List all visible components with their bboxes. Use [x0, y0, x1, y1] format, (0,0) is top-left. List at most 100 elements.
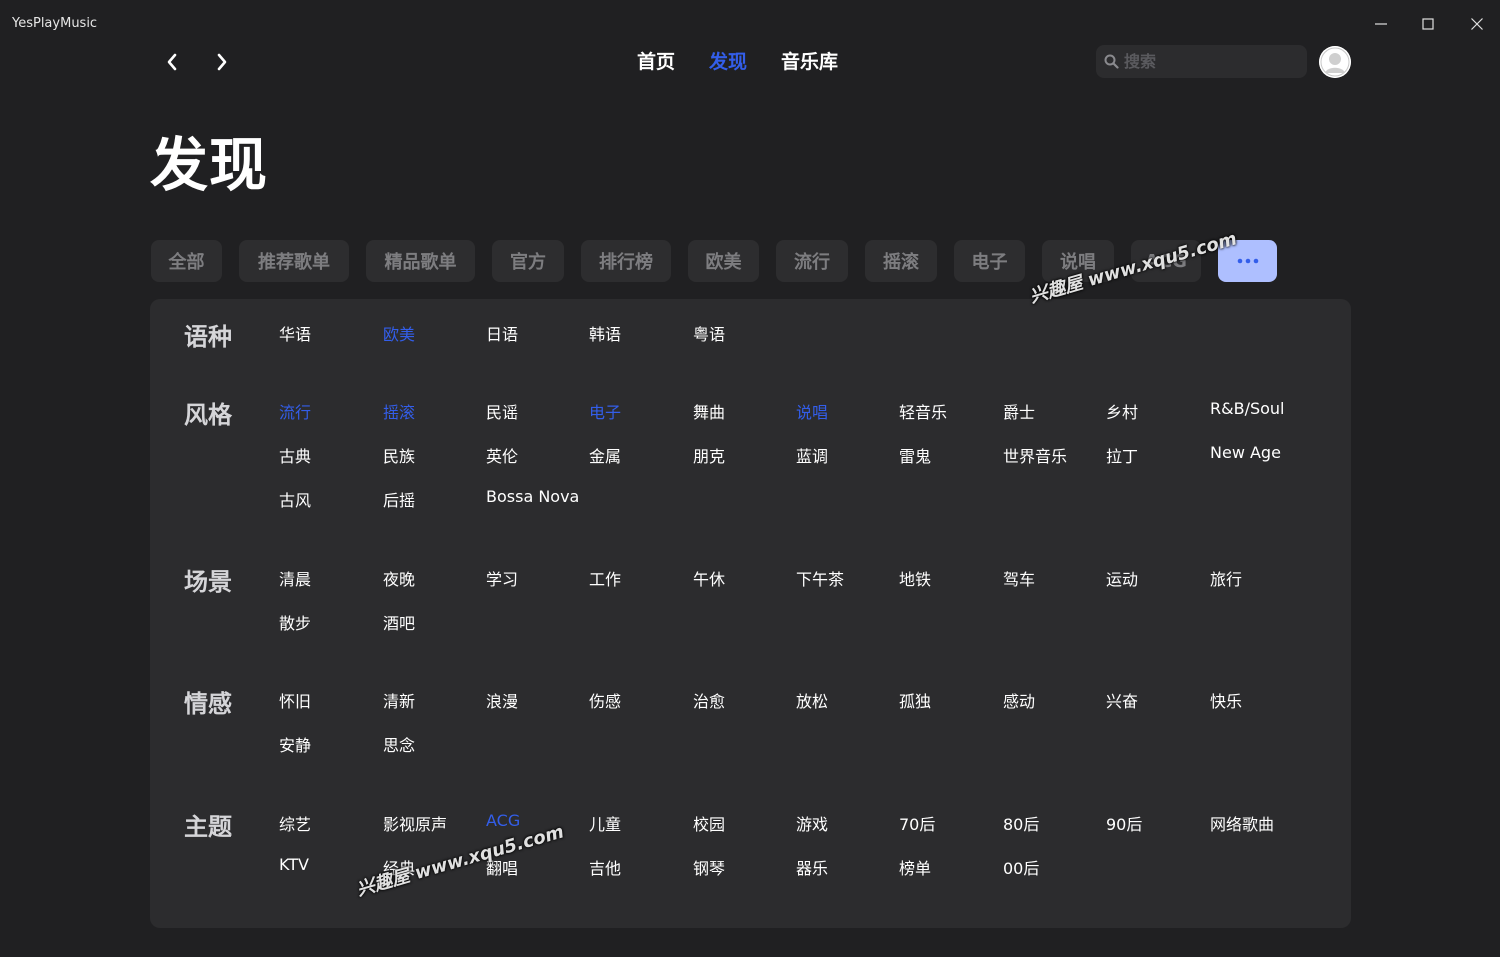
- category-tag[interactable]: 金属: [589, 443, 621, 467]
- nav-home[interactable]: 首页: [620, 48, 692, 76]
- category-tag[interactable]: 器乐: [796, 855, 828, 879]
- close-button[interactable]: [1454, 6, 1500, 42]
- chip-western[interactable]: 欧美: [688, 240, 759, 282]
- minimize-icon: [1375, 23, 1387, 25]
- search-box[interactable]: [1096, 45, 1307, 78]
- chip-charts[interactable]: 排行榜: [581, 240, 671, 282]
- category-tag[interactable]: 古风: [279, 487, 311, 511]
- category-tag[interactable]: 综艺: [279, 811, 311, 835]
- category-tag[interactable]: 古典: [279, 443, 311, 467]
- nav-explore[interactable]: 发现: [692, 48, 764, 76]
- category-tag[interactable]: 儿童: [589, 811, 621, 835]
- category-tag[interactable]: 舞曲: [693, 399, 725, 423]
- category-tag[interactable]: 爵士: [1003, 399, 1035, 423]
- category-tag[interactable]: 蓝调: [796, 443, 828, 467]
- minimize-button[interactable]: [1358, 6, 1404, 42]
- category-tag[interactable]: R&B/Soul: [1210, 399, 1285, 418]
- category-tag[interactable]: 日语: [486, 321, 518, 345]
- category-tag[interactable]: 兴奋: [1106, 688, 1138, 712]
- category-tag[interactable]: 地铁: [899, 566, 931, 590]
- category-tag[interactable]: 浪漫: [486, 688, 518, 712]
- search-input[interactable]: [1124, 52, 1294, 71]
- category-tag[interactable]: 世界音乐: [1003, 443, 1067, 467]
- category-tag[interactable]: 午休: [693, 566, 725, 590]
- app-title: YesPlayMusic: [12, 16, 98, 31]
- category-tag[interactable]: 80后: [1003, 811, 1039, 835]
- category-tag[interactable]: 吉他: [589, 855, 621, 879]
- category-tag[interactable]: 清晨: [279, 566, 311, 590]
- category-tag[interactable]: 欧美: [383, 321, 415, 345]
- category-tag[interactable]: Bossa Nova: [486, 487, 579, 506]
- chevron-left-icon: [167, 53, 177, 71]
- category-tag[interactable]: 旅行: [1210, 566, 1242, 590]
- forward-button[interactable]: [208, 49, 236, 75]
- category-tag[interactable]: 摇滚: [383, 399, 415, 423]
- category-tag[interactable]: 酒吧: [383, 610, 415, 634]
- category-tag[interactable]: New Age: [1210, 443, 1281, 462]
- category-tag[interactable]: 思念: [383, 732, 415, 756]
- category-tag[interactable]: 伤感: [589, 688, 621, 712]
- category-tag[interactable]: 游戏: [796, 811, 828, 835]
- category-tag[interactable]: 朋克: [693, 443, 725, 467]
- category-tag[interactable]: 放松: [796, 688, 828, 712]
- category-tag[interactable]: 乡村: [1106, 399, 1138, 423]
- category-tag[interactable]: 学习: [486, 566, 518, 590]
- category-tag[interactable]: 治愈: [693, 688, 725, 712]
- category-title: 语种: [184, 323, 232, 351]
- category-tag[interactable]: 民谣: [486, 399, 518, 423]
- category-tag[interactable]: 70后: [899, 811, 935, 835]
- category-tag[interactable]: 电子: [589, 399, 621, 423]
- category-tag[interactable]: 雷鬼: [899, 443, 931, 467]
- chip-recommended[interactable]: 推荐歌单: [239, 240, 349, 282]
- avatar[interactable]: [1319, 46, 1351, 78]
- chip-featured[interactable]: 精品歌单: [366, 240, 475, 282]
- chip-official[interactable]: 官方: [492, 240, 564, 282]
- category-tag[interactable]: 工作: [589, 566, 621, 590]
- main-nav: 首页 发现 音乐库: [620, 48, 855, 76]
- back-button[interactable]: [158, 49, 186, 75]
- category-title: 场景: [184, 568, 232, 596]
- chip-rock[interactable]: 摇滚: [865, 240, 937, 282]
- category-tag[interactable]: 后摇: [383, 487, 415, 511]
- category-tag[interactable]: KTV: [279, 855, 309, 874]
- category-tag[interactable]: 轻音乐: [899, 399, 947, 423]
- category-tag[interactable]: 榜单: [899, 855, 931, 879]
- category-tag[interactable]: 钢琴: [693, 855, 725, 879]
- category-tag[interactable]: 清新: [383, 688, 415, 712]
- category-tag[interactable]: 网络歌曲: [1210, 811, 1274, 835]
- category-tag[interactable]: 下午茶: [796, 566, 844, 590]
- chip-pop[interactable]: 流行: [776, 240, 848, 282]
- category-tag[interactable]: 英伦: [486, 443, 518, 467]
- maximize-button[interactable]: [1405, 6, 1451, 42]
- category-tag[interactable]: 影视原声: [383, 811, 447, 835]
- search-icon: [1104, 54, 1119, 69]
- chip-electronic[interactable]: 电子: [954, 240, 1025, 282]
- category-tag[interactable]: ACG: [486, 811, 520, 830]
- category-tag[interactable]: 快乐: [1210, 688, 1242, 712]
- category-tag[interactable]: 校园: [693, 811, 725, 835]
- category-tag[interactable]: 驾车: [1003, 566, 1035, 590]
- page-title: 发现: [150, 131, 269, 199]
- nav-library[interactable]: 音乐库: [764, 48, 855, 76]
- more-icon: [1237, 258, 1258, 264]
- chip-all[interactable]: 全部: [151, 240, 222, 282]
- category-tag[interactable]: 华语: [279, 321, 311, 345]
- maximize-icon: [1422, 18, 1434, 30]
- category-tag[interactable]: 说唱: [796, 399, 828, 423]
- category-tag[interactable]: 散步: [279, 610, 311, 634]
- category-tag[interactable]: 民族: [383, 443, 415, 467]
- category-tag[interactable]: 安静: [279, 732, 311, 756]
- category-tag[interactable]: 怀旧: [279, 688, 311, 712]
- category-tag[interactable]: 韩语: [589, 321, 621, 345]
- category-title: 风格: [184, 401, 232, 429]
- category-tag[interactable]: 流行: [279, 399, 311, 423]
- category-tag[interactable]: 运动: [1106, 566, 1138, 590]
- category-tag[interactable]: 夜晚: [383, 566, 415, 590]
- chevron-right-icon: [217, 53, 227, 71]
- category-tag[interactable]: 孤独: [899, 688, 931, 712]
- category-tag[interactable]: 90后: [1106, 811, 1142, 835]
- category-tag[interactable]: 00后: [1003, 855, 1039, 879]
- category-tag[interactable]: 拉丁: [1106, 443, 1138, 467]
- category-tag[interactable]: 粤语: [693, 321, 725, 345]
- category-tag[interactable]: 感动: [1003, 688, 1035, 712]
